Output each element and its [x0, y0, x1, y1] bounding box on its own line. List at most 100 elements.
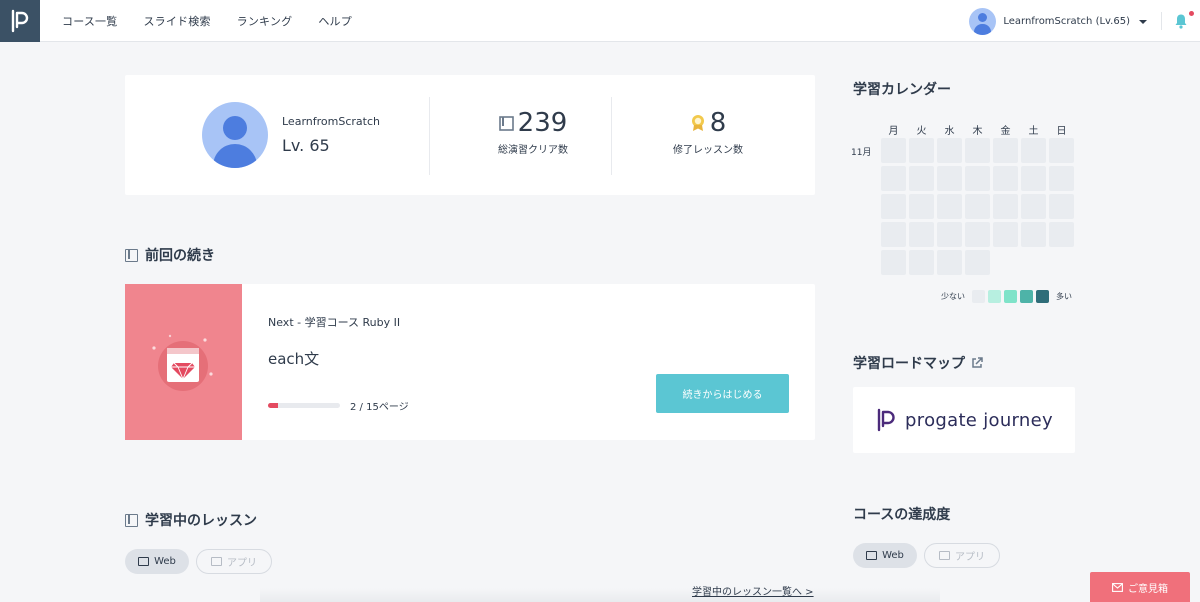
- avatar: [969, 8, 997, 35]
- mail-icon: [1112, 582, 1123, 592]
- calendar-day-cell: [993, 166, 1018, 191]
- calendar-grid: [881, 138, 1074, 275]
- stat-completed-lessons: 8 修了レッスン数: [618, 109, 798, 156]
- nav-help[interactable]: ヘルプ: [318, 13, 352, 29]
- calendar-day-cell: [909, 138, 934, 163]
- continue-title-text: 前回の続き: [145, 248, 215, 264]
- tab-app-label: アプリ: [227, 558, 257, 569]
- calendar-day-cell: [937, 166, 962, 191]
- calendar-day-cell: [965, 222, 990, 247]
- calendar-day-cell: [909, 194, 934, 219]
- legend-swatch: [1004, 290, 1017, 303]
- calendar-day-cell: [881, 222, 906, 247]
- weekday-label: 水: [944, 126, 955, 137]
- header-divider: [1161, 12, 1162, 30]
- lessons-list-link[interactable]: 学習中のレッスン一覧へ >: [692, 583, 814, 598]
- achievement-tab-app[interactable]: アプリ: [924, 543, 1000, 568]
- external-link-icon: [972, 357, 983, 368]
- profile-divider: [429, 97, 430, 175]
- progate-logo-icon: [11, 9, 29, 33]
- nav-course-list[interactable]: コース一覧: [62, 13, 117, 29]
- calendar-legend: 少ない 多い: [941, 290, 1072, 303]
- tab-web[interactable]: Web: [125, 549, 189, 574]
- calendar-day-cell: [993, 250, 1018, 275]
- nav-slide-search[interactable]: スライド検索: [143, 13, 210, 29]
- calendar-month: 11月: [851, 148, 872, 158]
- calendar-day-cell: [909, 222, 934, 247]
- legend-more: 多い: [1056, 292, 1072, 301]
- top-header: コース一覧 スライド検索 ランキング ヘルプ LearnfromScratch …: [0, 0, 1200, 42]
- phone-icon: [211, 557, 222, 566]
- lessons-section-title: 学習中のレッスン: [125, 510, 257, 530]
- profile-avatar: [202, 102, 268, 168]
- calendar-day-cell: [881, 250, 906, 275]
- progate-journey-banner[interactable]: progate journey: [853, 387, 1075, 453]
- calendar-day-cell: [965, 138, 990, 163]
- lesson-thumbnail: [125, 284, 242, 440]
- tab-app[interactable]: アプリ: [196, 549, 272, 574]
- ruby-gem-illustration: [152, 334, 213, 391]
- calendar-day-cell: [881, 138, 906, 163]
- progress-pages: 2 / 15ページ: [350, 402, 409, 413]
- weekday-label: 日: [1056, 126, 1067, 137]
- roadmap-title-text: 学習ロードマップ: [853, 356, 965, 372]
- chevron-down-icon: [1139, 19, 1147, 24]
- calendar-day-cell: [965, 194, 990, 219]
- journey-text: progate journey: [905, 409, 1053, 431]
- lesson-title: each文: [268, 350, 320, 368]
- book-icon: [125, 513, 138, 527]
- calendar-weekdays: 月 火 水 木 金 土 日: [881, 122, 1074, 137]
- achievement-tab-web-label: Web: [882, 550, 904, 561]
- roadmap-title[interactable]: 学習ロードマップ: [853, 353, 983, 373]
- calendar-day-cell: [937, 250, 962, 275]
- phone-icon: [939, 551, 950, 560]
- calendar-day-cell: [1049, 250, 1074, 275]
- continue-section-title: 前回の続き: [125, 245, 215, 265]
- calendar-day-cell: [937, 138, 962, 163]
- weekday-label: 木: [972, 126, 983, 137]
- progate-journey-logo-icon: [877, 408, 895, 432]
- calendar-day-cell: [993, 138, 1018, 163]
- feedback-button[interactable]: ご意見箱: [1090, 572, 1190, 602]
- calendar-day-cell: [1021, 166, 1046, 191]
- completed-lessons-label: 修了レッスン数: [673, 145, 743, 156]
- profile-level: Lv. 65: [282, 136, 330, 155]
- legend-swatch: [1020, 290, 1033, 303]
- continue-card[interactable]: Next - 学習コース Ruby II each文 2 / 15ページ 続きか…: [125, 284, 815, 440]
- calendar-day-cell: [937, 222, 962, 247]
- completed-lessons-value: 8: [709, 108, 727, 138]
- profile-name: LearnfromScratch: [282, 115, 380, 128]
- medal-icon: [691, 115, 704, 131]
- calendar-day-cell: [1021, 250, 1046, 275]
- weekday-label: 金: [1000, 126, 1011, 137]
- calendar-day-cell: [1021, 138, 1046, 163]
- achievement-tab-web[interactable]: Web: [853, 543, 917, 568]
- nav-ranking[interactable]: ランキング: [237, 13, 293, 29]
- calendar-day-cell: [881, 166, 906, 191]
- calendar-day-cell: [1049, 194, 1074, 219]
- weekday-label: 月: [888, 126, 899, 137]
- scroll-fade: [260, 588, 940, 602]
- calendar-day-cell: [881, 194, 906, 219]
- legend-swatch: [972, 290, 985, 303]
- profile-card: LearnfromScratch Lv. 65 239 総演習クリア数 8 修了…: [125, 75, 815, 195]
- legend-swatch: [988, 290, 1001, 303]
- bell-icon[interactable]: [1174, 13, 1188, 29]
- progate-logo[interactable]: [0, 0, 40, 42]
- browser-icon: [866, 551, 878, 560]
- user-menu[interactable]: LearnfromScratch (Lv.65): [969, 8, 1147, 35]
- calendar-day-cell: [965, 166, 990, 191]
- profile-divider: [611, 97, 612, 175]
- book-icon: [125, 248, 138, 262]
- progress-fill: [268, 403, 278, 408]
- calendar-title: 学習カレンダー: [853, 82, 951, 98]
- feedback-button-label: ご意見箱: [1128, 583, 1168, 595]
- browser-icon: [138, 557, 150, 566]
- calendar-day-cell: [1021, 222, 1046, 247]
- continue-button[interactable]: 続きからはじめる: [656, 374, 789, 413]
- calendar-day-cell: [993, 222, 1018, 247]
- main-nav: コース一覧 スライド検索 ランキング ヘルプ: [62, 0, 352, 42]
- cleared-exercises-value: 239: [517, 108, 568, 138]
- calendar-day-cell: [965, 250, 990, 275]
- calendar-day-cell: [937, 194, 962, 219]
